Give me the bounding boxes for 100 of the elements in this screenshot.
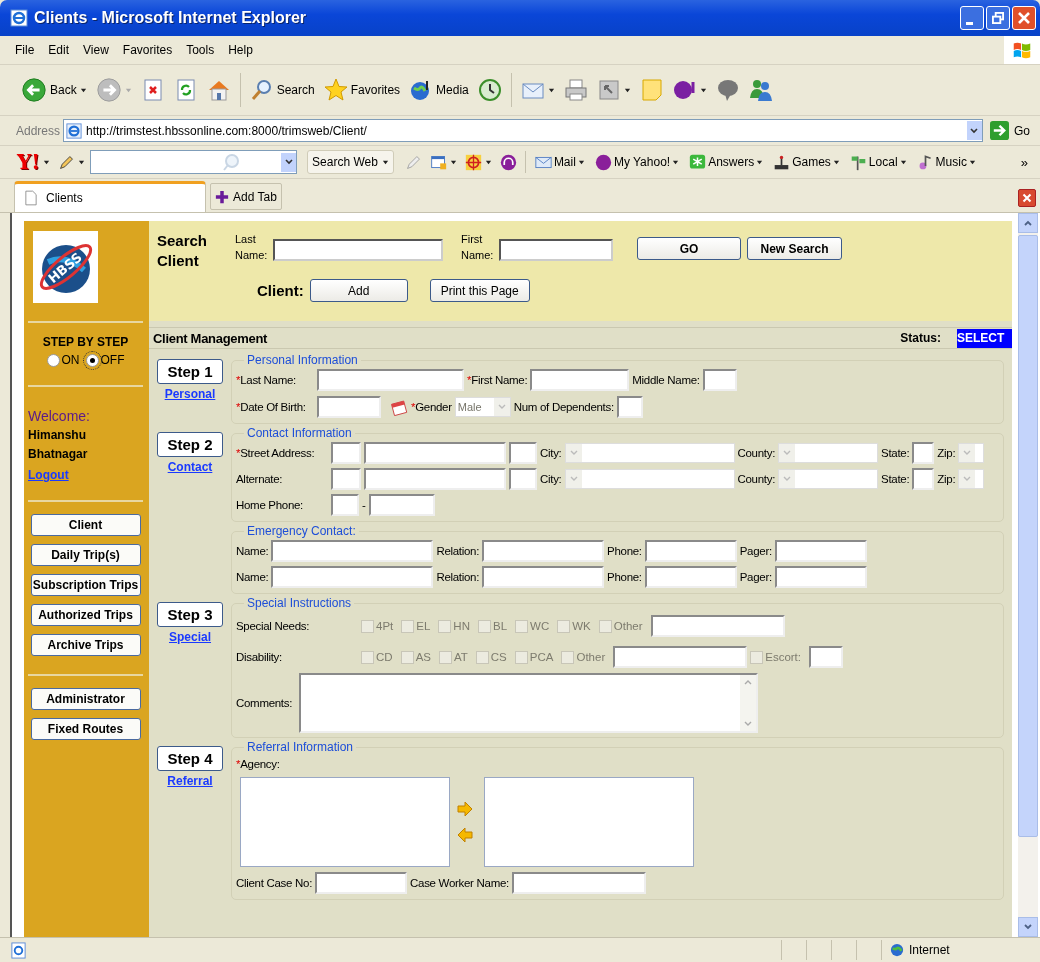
step-button[interactable]: Step 2: [157, 432, 223, 457]
star-icon: [323, 78, 348, 102]
myyahoo-link[interactable]: My Yahoo!: [590, 151, 684, 173]
input-field[interactable]: [511, 872, 646, 894]
go-button[interactable]: Go: [986, 121, 1040, 140]
input-field[interactable]: [482, 540, 605, 562]
field-label: Client Case No:: [236, 877, 313, 889]
input-field[interactable]: [271, 566, 434, 588]
input-field[interactable]: [644, 566, 737, 588]
input-field[interactable]: [482, 566, 605, 588]
input-field[interactable]: [912, 442, 935, 464]
logo-button[interactable]: Y!: [14, 148, 54, 176]
add-tab-button[interactable]: Add Tab: [210, 183, 282, 210]
input-field[interactable]: [650, 615, 785, 637]
input-field[interactable]: [530, 369, 630, 391]
input-field[interactable]: [616, 395, 643, 418]
input-field[interactable]: [774, 566, 867, 588]
radio-button[interactable]: [85, 353, 99, 367]
input-field[interactable]: [809, 646, 843, 668]
scroll-thumb[interactable]: [1018, 235, 1038, 837]
window-title: Clients - Microsoft Internet Explorer: [34, 9, 308, 27]
step-button[interactable]: Step 1: [157, 359, 223, 384]
step-link[interactable]: Personal: [164, 387, 216, 401]
radio-label: ON: [61, 353, 80, 367]
input-field[interactable]: [702, 369, 737, 391]
nav-button[interactable]: Client: [30, 514, 141, 537]
circle-icon: [672, 78, 697, 102]
search-button[interactable]: Search: [246, 76, 318, 104]
minimize-button[interactable]: [960, 6, 984, 30]
dropdown-button[interactable]: [281, 152, 297, 172]
media-button[interactable]: Media: [406, 76, 472, 104]
menu-item[interactable]: Favorites: [115, 43, 180, 57]
input-field[interactable]: [331, 442, 361, 464]
add-button[interactable]: Add: [309, 279, 408, 302]
first-name-field[interactable]: [499, 239, 613, 261]
list-box[interactable]: [484, 777, 694, 867]
calendar-icon[interactable]: [390, 397, 408, 416]
input-field[interactable]: [331, 468, 361, 490]
browser-tab[interactable]: Clients: [14, 181, 206, 212]
go-button[interactable]: GO: [637, 237, 741, 260]
music-link[interactable]: Music: [912, 151, 980, 173]
search-field[interactable]: [90, 150, 298, 174]
search-web-button[interactable]: Search Web: [307, 150, 394, 174]
input-field[interactable]: [315, 872, 408, 894]
last-name-field[interactable]: [273, 239, 443, 261]
step-link[interactable]: Referral: [167, 774, 213, 788]
step-link[interactable]: Contact: [167, 460, 213, 474]
menu-item[interactable]: Help: [221, 43, 260, 57]
nav-button[interactable]: Authorized Trips: [30, 604, 141, 627]
more-button[interactable]: »: [1020, 154, 1028, 170]
scrollbar[interactable]: [1018, 213, 1038, 937]
right-arrow-icon[interactable]: [457, 801, 473, 817]
nav-button[interactable]: Subscription Trips: [30, 574, 141, 597]
mail-link[interactable]: Mail: [530, 151, 589, 173]
input-field[interactable]: [912, 468, 935, 490]
scrollbar[interactable]: [740, 675, 756, 731]
input-field[interactable]: [364, 468, 506, 490]
input-field[interactable]: [613, 646, 748, 668]
step-button[interactable]: Step 4: [157, 746, 223, 771]
input-field[interactable]: [509, 468, 537, 490]
local-link[interactable]: Local: [845, 151, 911, 173]
input-field[interactable]: [317, 369, 464, 391]
back-button[interactable]: Back: [18, 75, 90, 105]
menu-item[interactable]: Edit: [41, 43, 77, 57]
new-search-button[interactable]: New Search: [747, 237, 842, 260]
list-box[interactable]: [240, 777, 450, 867]
print-button[interactable]: Print this Page: [429, 279, 530, 302]
input-field[interactable]: [317, 395, 381, 418]
group-title: Emergency Contact:: [246, 524, 357, 538]
magnifier-icon: [221, 152, 242, 172]
nav-button[interactable]: Daily Trip(s): [30, 544, 141, 567]
field-label: Pager:: [739, 545, 772, 557]
menu-item[interactable]: Tools: [179, 43, 222, 57]
input-field[interactable]: [509, 442, 537, 464]
field-label: Phone:: [607, 571, 642, 583]
nav-button[interactable]: Administrator: [30, 688, 141, 711]
menu-item[interactable]: View: [76, 43, 116, 57]
input-field[interactable]: [774, 540, 867, 562]
close-button[interactable]: [1012, 6, 1036, 30]
nav-button[interactable]: Archive Trips: [30, 634, 141, 657]
caret-icon: [899, 158, 907, 166]
input-field[interactable]: [271, 540, 434, 562]
address-field[interactable]: http://trimstest.hbssonline.com:8000/trimsweb/Client/: [63, 119, 983, 142]
menu-item[interactable]: File: [8, 43, 42, 57]
answers-link[interactable]: Answers: [685, 151, 768, 173]
radio-button[interactable]: [46, 353, 60, 367]
comments-field[interactable]: [299, 673, 758, 733]
input-field[interactable]: [644, 540, 737, 562]
step-link[interactable]: Special: [169, 630, 211, 644]
favorites-button[interactable]: Favorites: [320, 76, 404, 104]
close-tab-button[interactable]: [1018, 189, 1036, 207]
step-button[interactable]: Step 3: [157, 602, 223, 627]
games-link[interactable]: Games: [769, 151, 844, 173]
restore-button[interactable]: [986, 6, 1010, 30]
input-field[interactable]: [368, 494, 435, 516]
input-field[interactable]: [364, 442, 506, 464]
input-field[interactable]: [331, 494, 359, 516]
dropdown-button[interactable]: [967, 121, 982, 140]
left-arrow-icon[interactable]: [457, 827, 473, 843]
nav-button[interactable]: Fixed Routes: [30, 718, 141, 741]
